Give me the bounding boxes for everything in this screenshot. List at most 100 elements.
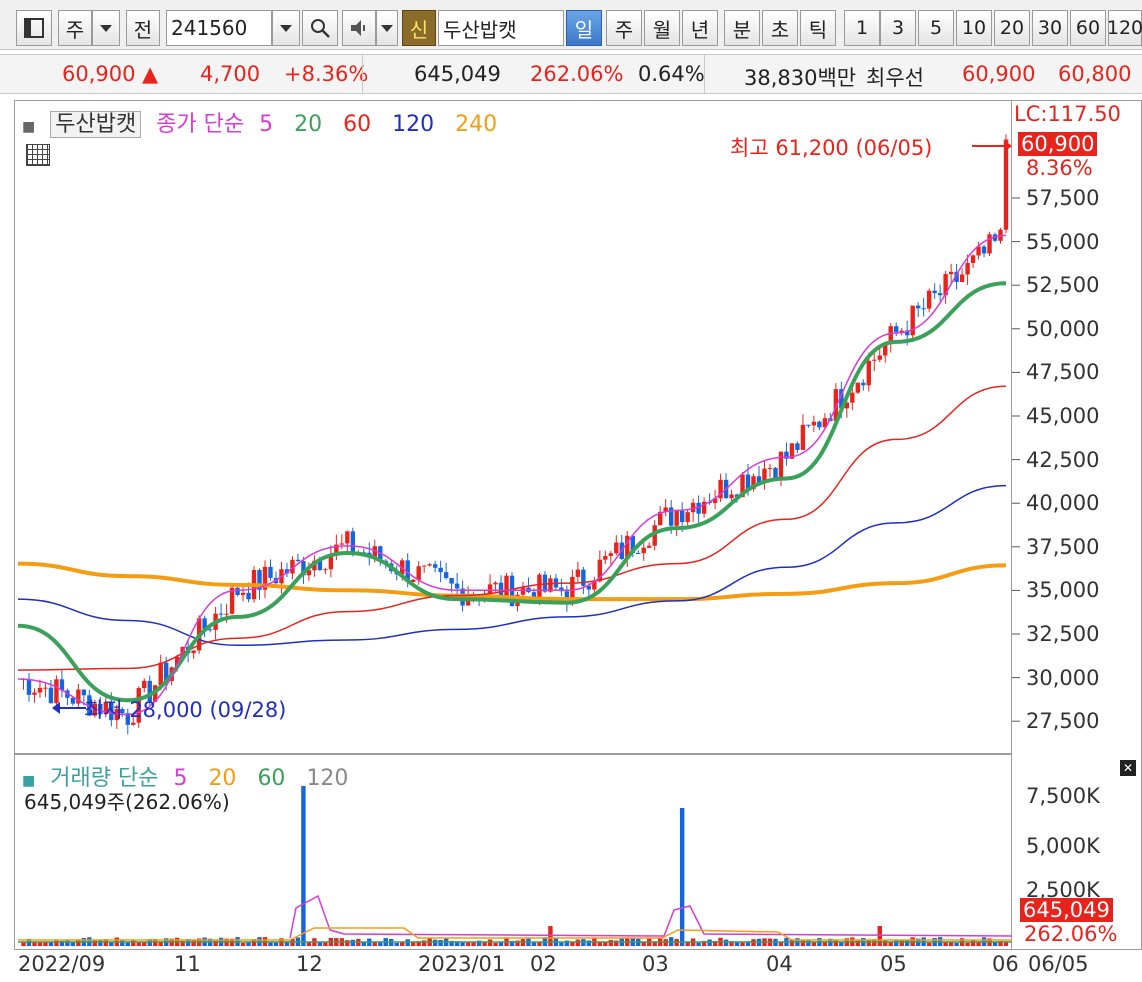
price-tick-label: 35,000 bbox=[1026, 578, 1100, 603]
period-button[interactable]: 초 bbox=[762, 10, 798, 46]
volume-bar bbox=[948, 942, 954, 946]
candle-body bbox=[37, 687, 43, 693]
search-button[interactable] bbox=[302, 10, 338, 46]
volume-bar bbox=[926, 942, 932, 946]
volume-bar bbox=[707, 939, 712, 946]
price-tick-label: 27,500 bbox=[1026, 709, 1100, 734]
candle-body bbox=[218, 613, 224, 615]
period-button[interactable]: 일 bbox=[566, 10, 602, 46]
volume-bar bbox=[839, 942, 844, 946]
candle-body bbox=[438, 567, 443, 573]
volume-bar bbox=[696, 942, 701, 946]
stock-name-field[interactable]: 두산밥캣 bbox=[438, 10, 564, 46]
new-badge[interactable]: 신 bbox=[402, 10, 436, 46]
volume-bar bbox=[323, 942, 328, 946]
period-button[interactable]: 년 bbox=[682, 10, 718, 46]
code-input[interactable]: 241560 bbox=[166, 10, 272, 46]
volume-value: 645,049 bbox=[414, 62, 501, 86]
candle-body bbox=[520, 587, 526, 595]
candle-body bbox=[636, 552, 641, 554]
candle-body bbox=[773, 467, 778, 479]
candle-body bbox=[235, 587, 240, 596]
prev-button[interactable]: 전 bbox=[126, 10, 160, 46]
quote-bar: 60,900 ▲ 4,700 +8.36% 645,049 262.06% 0.… bbox=[0, 54, 1142, 94]
code-dropdown-button[interactable] bbox=[272, 10, 300, 46]
interval-button[interactable]: 5 bbox=[918, 10, 954, 46]
candle-body bbox=[345, 531, 350, 544]
period-button[interactable]: 분 bbox=[724, 10, 760, 46]
chart-window: 주 전 241560 신 두산밥캣 일주월년분초틱 1 3 5 10 20 30 60 120 bbox=[0, 0, 1142, 982]
candle-body bbox=[421, 565, 427, 567]
turnover-rate: 0.64% bbox=[638, 62, 705, 86]
lc-label: LC:117.50 bbox=[1014, 102, 1121, 126]
interval-button[interactable]: 120 bbox=[1107, 10, 1142, 46]
candle-body bbox=[937, 293, 943, 296]
x-axis-label: 04 bbox=[766, 952, 793, 976]
current-price: 60,900 bbox=[62, 62, 136, 86]
candle-body bbox=[581, 569, 586, 586]
type-dropdown-button[interactable] bbox=[92, 10, 120, 46]
interval-button[interactable]: 20 bbox=[994, 10, 1030, 46]
volume-bar bbox=[378, 942, 383, 946]
interval-button[interactable]: 3 bbox=[880, 10, 916, 46]
type-select[interactable]: 주 bbox=[58, 10, 92, 46]
chevron-down-icon bbox=[381, 24, 393, 32]
period-button[interactable]: 틱 bbox=[800, 10, 836, 46]
candle-body bbox=[970, 255, 976, 264]
candle-body bbox=[493, 582, 498, 585]
candle-body bbox=[504, 575, 509, 598]
volume-bar bbox=[394, 942, 399, 946]
candle-body bbox=[872, 359, 877, 361]
period-button[interactable]: 월 bbox=[644, 10, 680, 46]
volume-bar bbox=[361, 942, 366, 946]
ma20-line bbox=[17, 281, 1007, 703]
candle-body bbox=[246, 592, 251, 600]
interval-button[interactable]: 10 bbox=[956, 10, 992, 46]
candle-body bbox=[926, 290, 932, 309]
volume-bar bbox=[48, 942, 54, 946]
layout-icon[interactable] bbox=[16, 10, 52, 46]
candle-body bbox=[800, 424, 806, 450]
sound-dropdown-button[interactable] bbox=[376, 10, 398, 46]
candle-body bbox=[339, 543, 345, 545]
sound-button[interactable] bbox=[342, 10, 376, 46]
interval-button[interactable]: 60 bbox=[1070, 10, 1106, 46]
candle-body bbox=[427, 564, 432, 566]
volume-tick-label: 7,500K bbox=[1026, 784, 1100, 808]
volume-bar bbox=[954, 942, 959, 946]
candle-body bbox=[603, 556, 608, 560]
x-axis-label: 06 bbox=[992, 952, 1019, 976]
volume-bar bbox=[136, 942, 141, 946]
chevron-down-icon bbox=[280, 24, 292, 32]
candle-body bbox=[894, 326, 899, 333]
x-axis-label: 06/05 bbox=[1028, 952, 1089, 976]
interval-button[interactable]: 1 bbox=[844, 10, 880, 46]
up-arrow-icon: ▲ bbox=[142, 62, 159, 86]
period-button[interactable]: 주 bbox=[606, 10, 642, 46]
x-axis-label: 03 bbox=[642, 952, 669, 976]
volume-bar bbox=[432, 939, 438, 946]
speaker-icon bbox=[351, 20, 365, 36]
volume-bar bbox=[965, 942, 970, 946]
volume-bar bbox=[789, 939, 795, 946]
volume-bar bbox=[65, 939, 70, 946]
price-tick-label: 50,000 bbox=[1026, 316, 1100, 341]
volume-bar bbox=[970, 940, 976, 946]
candle-body bbox=[48, 687, 54, 704]
volume-bar bbox=[98, 939, 103, 946]
candle-body bbox=[575, 569, 581, 577]
search-icon bbox=[311, 19, 330, 38]
ma60-line bbox=[17, 385, 1007, 671]
volume-bar bbox=[883, 940, 888, 946]
x-axis-label: 2023/01 bbox=[418, 952, 506, 976]
candle-body bbox=[43, 687, 48, 689]
volume-bar bbox=[679, 808, 685, 946]
candle-body bbox=[915, 305, 921, 309]
interval-button[interactable]: 30 bbox=[1032, 10, 1068, 46]
order-label: 최우선 bbox=[866, 66, 924, 90]
candle-body bbox=[817, 421, 822, 428]
chart-area[interactable]: ■ 두산밥캣 종가 단순 5 20 60 120 240 ■ 거래량 단순 5 … bbox=[14, 100, 1142, 982]
candle-body bbox=[674, 510, 679, 526]
price-tick-label: 47,500 bbox=[1026, 360, 1100, 385]
volume-bar bbox=[317, 942, 323, 946]
